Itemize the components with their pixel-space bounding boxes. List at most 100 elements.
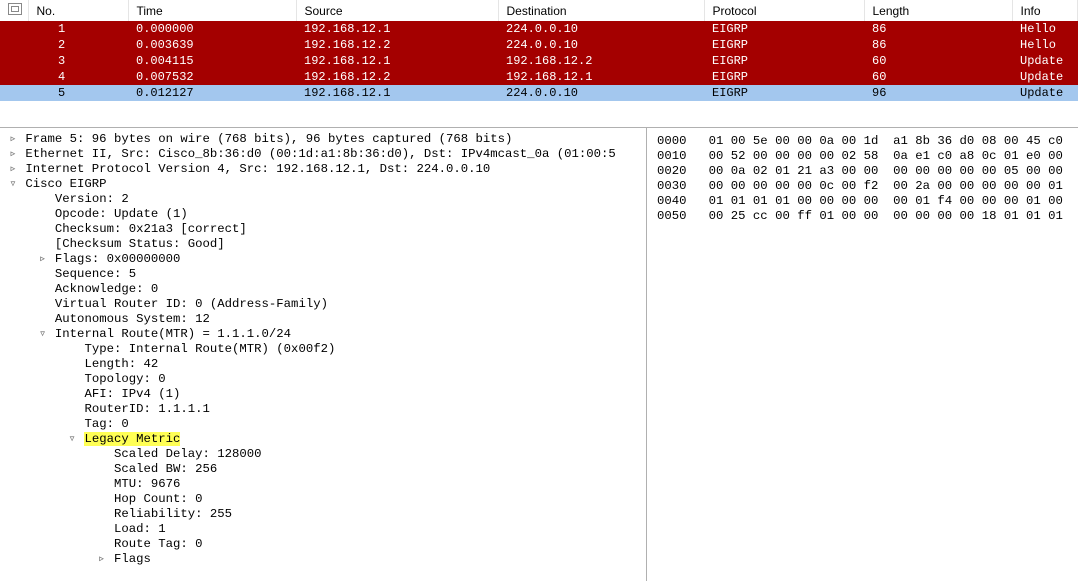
tree-item[interactable]: MTU: 9676 xyxy=(4,477,646,492)
packet-row[interactable]: 10.000000192.168.12.1224.0.0.10EIGRP86He… xyxy=(0,21,1078,37)
tree-label: Tag: 0 xyxy=(84,417,128,431)
packet-row[interactable]: 40.007532192.168.12.2192.168.12.1EIGRP60… xyxy=(0,69,1078,85)
tree-label: Load: 1 xyxy=(114,522,166,536)
tree-label: Legacy Metric xyxy=(84,432,180,446)
hex-row[interactable]: 0040 01 01 01 01 00 00 00 00 00 01 f4 00… xyxy=(657,194,1068,209)
tree-label: Flags: 0x00000000 xyxy=(55,252,180,266)
tree-item[interactable]: Scaled Delay: 128000 xyxy=(4,447,646,462)
tree-item[interactable]: Autonomous System: 12 xyxy=(4,312,646,327)
tree-item[interactable]: ▿ Cisco EIGRP xyxy=(4,177,646,192)
tree-item[interactable]: ▹ Flags: 0x00000000 xyxy=(4,252,646,267)
tree-spacer xyxy=(38,312,48,327)
tree-label: Acknowledge: 0 xyxy=(55,282,158,296)
tree-item[interactable]: Load: 1 xyxy=(4,522,646,537)
expand-toggle-icon[interactable]: ▹ xyxy=(97,552,107,567)
tree-item[interactable]: Opcode: Update (1) xyxy=(4,207,646,222)
column-time[interactable]: Time xyxy=(128,0,296,21)
tree-spacer xyxy=(67,357,77,372)
tree-spacer xyxy=(97,447,107,462)
tree-item[interactable]: Checksum: 0x21a3 [correct] xyxy=(4,222,646,237)
tree-spacer xyxy=(38,222,48,237)
hex-row[interactable]: 0020 00 0a 02 01 21 a3 00 00 00 00 00 00… xyxy=(657,164,1068,179)
tree-item[interactable]: Tag: 0 xyxy=(4,417,646,432)
tree-spacer xyxy=(97,477,107,492)
tree-item[interactable]: Scaled BW: 256 xyxy=(4,462,646,477)
column-length[interactable]: Length xyxy=(864,0,1012,21)
tree-label: Length: 42 xyxy=(84,357,158,371)
tree-spacer xyxy=(67,402,77,417)
tree-label: Topology: 0 xyxy=(84,372,165,386)
tree-spacer xyxy=(38,207,48,222)
tree-label: Hop Count: 0 xyxy=(114,492,203,506)
tree-spacer xyxy=(97,537,107,552)
tree-label: Route Tag: 0 xyxy=(114,537,203,551)
tree-item[interactable]: Route Tag: 0 xyxy=(4,537,646,552)
expand-toggle-icon[interactable]: ▹ xyxy=(8,162,18,177)
hex-row[interactable]: 0010 00 52 00 00 00 00 02 58 0a e1 c0 a8… xyxy=(657,149,1068,164)
tree-spacer xyxy=(67,417,77,432)
tree-item[interactable]: [Checksum Status: Good] xyxy=(4,237,646,252)
expand-toggle-icon[interactable]: ▿ xyxy=(67,432,77,447)
tree-item[interactable]: ▿ Legacy Metric xyxy=(4,432,646,447)
tree-label: Scaled Delay: 128000 xyxy=(114,447,262,461)
expand-toggle-icon[interactable]: ▹ xyxy=(8,132,18,147)
tree-spacer xyxy=(38,282,48,297)
tree-item[interactable]: ▿ Internal Route(MTR) = 1.1.1.0/24 xyxy=(4,327,646,342)
tree-label: Checksum: 0x21a3 [correct] xyxy=(55,222,247,236)
packet-list-header[interactable]: No. Time Source Destination Protocol Len… xyxy=(0,0,1078,21)
tree-label: Scaled BW: 256 xyxy=(114,462,217,476)
tree-item[interactable]: Acknowledge: 0 xyxy=(4,282,646,297)
tree-label: Flags xyxy=(114,552,151,566)
tree-item[interactable]: Sequence: 5 xyxy=(4,267,646,282)
column-destination[interactable]: Destination xyxy=(498,0,704,21)
packet-details-pane[interactable]: ▹ Frame 5: 96 bytes on wire (768 bits), … xyxy=(0,128,647,581)
tree-label: RouterID: 1.1.1.1 xyxy=(84,402,209,416)
tree-spacer xyxy=(38,192,48,207)
tree-item[interactable]: RouterID: 1.1.1.1 xyxy=(4,402,646,417)
tree-item[interactable]: ▹ Ethernet II, Src: Cisco_8b:36:d0 (00:1… xyxy=(4,147,646,162)
tree-spacer xyxy=(67,342,77,357)
tree-item[interactable]: Hop Count: 0 xyxy=(4,492,646,507)
hex-row[interactable]: 0030 00 00 00 00 00 0c 00 f2 00 2a 00 00… xyxy=(657,179,1068,194)
tree-spacer xyxy=(38,237,48,252)
packet-row[interactable]: 20.003639192.168.12.2224.0.0.10EIGRP86He… xyxy=(0,37,1078,53)
column-icon[interactable] xyxy=(0,0,28,21)
column-info[interactable]: Info xyxy=(1012,0,1078,21)
column-protocol[interactable]: Protocol xyxy=(704,0,864,21)
tree-spacer xyxy=(67,372,77,387)
tree-item[interactable]: Reliability: 255 xyxy=(4,507,646,522)
tree-item[interactable]: Virtual Router ID: 0 (Address-Family) xyxy=(4,297,646,312)
tree-item[interactable]: Version: 2 xyxy=(4,192,646,207)
tree-label: Virtual Router ID: 0 (Address-Family) xyxy=(55,297,328,311)
tree-label: Autonomous System: 12 xyxy=(55,312,210,326)
hex-row[interactable]: 0050 00 25 cc 00 ff 01 00 00 00 00 00 00… xyxy=(657,209,1068,224)
expand-toggle-icon[interactable]: ▿ xyxy=(8,177,18,192)
tree-item[interactable]: ▹ Flags xyxy=(4,552,646,567)
tree-label: Frame 5: 96 bytes on wire (768 bits), 96… xyxy=(25,132,512,146)
tree-label: Version: 2 xyxy=(55,192,129,206)
tree-label: Cisco EIGRP xyxy=(25,177,106,191)
tree-item[interactable]: Length: 42 xyxy=(4,357,646,372)
expand-toggle-icon[interactable]: ▹ xyxy=(8,147,18,162)
tree-spacer xyxy=(97,522,107,537)
tree-spacer xyxy=(38,297,48,312)
expand-toggle-icon[interactable]: ▿ xyxy=(38,327,48,342)
packet-bytes-pane[interactable]: 0000 01 00 5e 00 00 0a 00 1d a1 8b 36 d0… xyxy=(647,128,1078,581)
column-source[interactable]: Source xyxy=(296,0,498,21)
packet-row[interactable]: 50.012127192.168.12.1224.0.0.10EIGRP96Up… xyxy=(0,85,1078,101)
tree-item[interactable]: Topology: 0 xyxy=(4,372,646,387)
packet-list[interactable]: No. Time Source Destination Protocol Len… xyxy=(0,0,1078,128)
column-no[interactable]: No. xyxy=(28,0,128,21)
tree-item[interactable]: ▹ Internet Protocol Version 4, Src: 192.… xyxy=(4,162,646,177)
tree-label: Sequence: 5 xyxy=(55,267,136,281)
packet-row[interactable]: 30.004115192.168.12.1192.168.12.2EIGRP60… xyxy=(0,53,1078,69)
tree-spacer xyxy=(97,492,107,507)
tree-item[interactable]: ▹ Frame 5: 96 bytes on wire (768 bits), … xyxy=(4,132,646,147)
tree-label: Reliability: 255 xyxy=(114,507,232,521)
tree-item[interactable]: AFI: IPv4 (1) xyxy=(4,387,646,402)
tree-label: Opcode: Update (1) xyxy=(55,207,188,221)
hex-row[interactable]: 0000 01 00 5e 00 00 0a 00 1d a1 8b 36 d0… xyxy=(657,134,1068,149)
expand-toggle-icon[interactable]: ▹ xyxy=(38,252,48,267)
tree-label: Ethernet II, Src: Cisco_8b:36:d0 (00:1d:… xyxy=(25,147,615,161)
tree-item[interactable]: Type: Internal Route(MTR) (0x00f2) xyxy=(4,342,646,357)
